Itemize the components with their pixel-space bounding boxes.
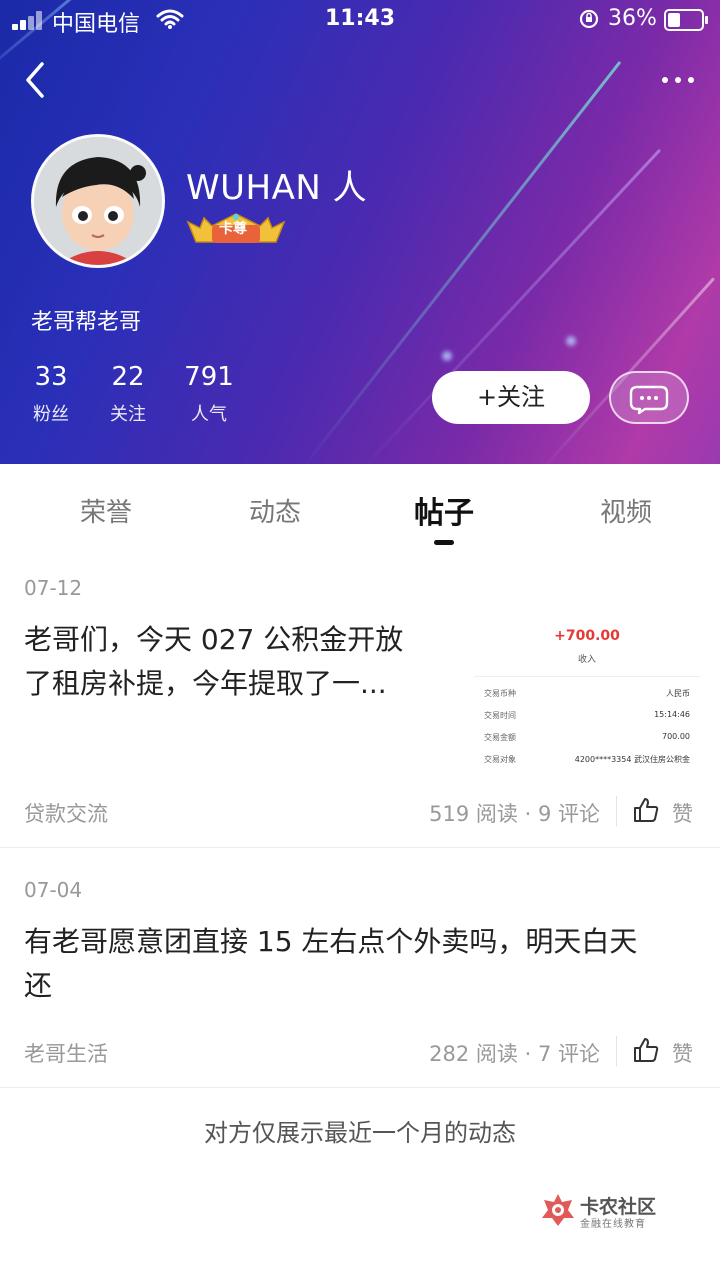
thumbnail-row: 交易金额 700.00: [484, 732, 690, 743]
thumbnail-row: 交易对象 4200****3354 武汉住房公积金: [484, 754, 690, 765]
battery-icon: [664, 9, 708, 31]
battery-percent: 36%: [608, 6, 657, 31]
profile-tabs: 荣誉 动态 帖子 视频: [0, 464, 720, 554]
like-label[interactable]: 赞: [672, 1038, 693, 1068]
rotation-lock-icon: [579, 9, 599, 29]
stats-divider: [616, 796, 617, 826]
more-options-button[interactable]: [658, 68, 698, 92]
thumbnail-row: 交易时间 15:14:46: [484, 710, 690, 721]
thumbnail-row-value: 700.00: [662, 732, 690, 741]
username: WUHAN 人: [186, 168, 368, 208]
stat-value: 22: [111, 362, 145, 392]
watermark-tagline: 金融在线教育: [580, 1219, 646, 1230]
back-button[interactable]: [18, 58, 58, 102]
status-bar: 中国电信 11:43 36%: [0, 0, 720, 40]
tab-activity[interactable]: 动态: [215, 492, 335, 529]
post-category[interactable]: 老哥生活: [24, 1038, 108, 1068]
avatar[interactable]: [31, 134, 165, 268]
tab-posts[interactable]: 帖子: [384, 488, 504, 532]
tab-honors[interactable]: 荣誉: [46, 492, 166, 529]
post-stats: 519 阅读 · 9 评论: [429, 802, 600, 826]
comment-count: 7 评论: [537, 1042, 600, 1066]
post-title-line: 有老哥愿意团直接 15 左右点个外卖吗，明天白天: [24, 925, 638, 958]
post-title[interactable]: 有老哥愿意团直接 15 左右点个外卖吗，明天白天 还: [24, 920, 704, 1008]
thumbnail-row-label: 交易时间: [484, 711, 516, 720]
post-title-line: 还: [24, 969, 53, 1002]
stat-following[interactable]: 22 关注: [88, 362, 168, 426]
watermark: 卡农社区 金融在线教育: [540, 1190, 710, 1230]
stat-label: 人气: [191, 404, 227, 425]
post-date: 07-12: [24, 576, 83, 600]
thumbnail-income-label: 收入: [577, 655, 596, 665]
thumbnail-row-value: 4200****3354 武汉住房公积金: [574, 755, 690, 764]
stat-value: 33: [34, 362, 68, 392]
thumbs-up-icon[interactable]: [632, 1036, 660, 1064]
tab-videos[interactable]: 视频: [566, 492, 686, 529]
follow-button[interactable]: +关注: [432, 371, 590, 424]
stat-followers[interactable]: 33 粉丝: [11, 362, 91, 426]
post-date: 07-04: [24, 878, 83, 902]
post-title-line: 了租房补提，今年提取了一...: [24, 667, 387, 700]
bio: 老哥帮老哥: [31, 310, 142, 335]
stat-value: 791: [184, 362, 234, 392]
avatar-cartoon-icon: [34, 137, 162, 265]
thumbs-up-icon[interactable]: [632, 796, 660, 824]
kanong-logo-icon: [542, 1194, 574, 1226]
tab-active-indicator: [434, 540, 454, 545]
badge-label: 卡尊: [219, 221, 247, 237]
post-category[interactable]: 贷款交流: [24, 798, 108, 828]
vip-badge: 卡尊: [186, 212, 286, 246]
thumbnail-row-value: 人民币: [666, 689, 690, 698]
footer-note: 对方仅展示最近一个月的动态: [204, 1119, 516, 1147]
like-label[interactable]: 赞: [672, 798, 693, 828]
post-title-line: 老哥们，今天 027 公积金开放: [24, 623, 404, 656]
post-separator: [0, 1087, 720, 1088]
message-button[interactable]: [609, 371, 689, 424]
read-count: 519 阅读: [429, 802, 518, 826]
post-stats: 282 阅读 · 7 评论: [429, 1042, 600, 1066]
stat-popularity: 791 人气: [169, 362, 249, 426]
thumbnail-row-label: 交易币种: [484, 689, 516, 698]
stats-divider: [616, 1036, 617, 1066]
profile-header: 中国电信 11:43 36% WUHAN 人 卡尊 老哥帮老哥 33 粉丝 22…: [0, 0, 720, 464]
decorative-glow: [442, 351, 452, 361]
post-title[interactable]: 老哥们，今天 027 公积金开放 了租房补提，今年提取了一...: [24, 618, 464, 706]
chat-bubble-icon: [629, 385, 669, 415]
thumbnail-row-label: 交易金额: [484, 733, 516, 742]
stat-label: 粉丝: [33, 404, 69, 425]
stat-label: 关注: [110, 404, 146, 425]
comment-count: 9 评论: [537, 802, 600, 826]
thumbnail-amount: +700.00: [554, 628, 620, 644]
thumbnail-row-value: 15:14:46: [654, 710, 690, 719]
post-item[interactable]: 07-04 有老哥愿意团直接 15 左右点个外卖吗，明天白天 还 老哥生活 28…: [0, 848, 720, 1086]
decorative-glow: [566, 336, 576, 346]
thumbnail-row-label: 交易对象: [484, 755, 516, 764]
thumbnail-row: 交易币种 人民币: [484, 688, 690, 699]
read-count: 282 阅读: [429, 1042, 518, 1066]
thumbnail-divider: [474, 676, 700, 677]
post-thumbnail[interactable]: +700.00 收入 交易币种 人民币 交易时间 15:14:46 交易金额 7…: [474, 612, 700, 772]
